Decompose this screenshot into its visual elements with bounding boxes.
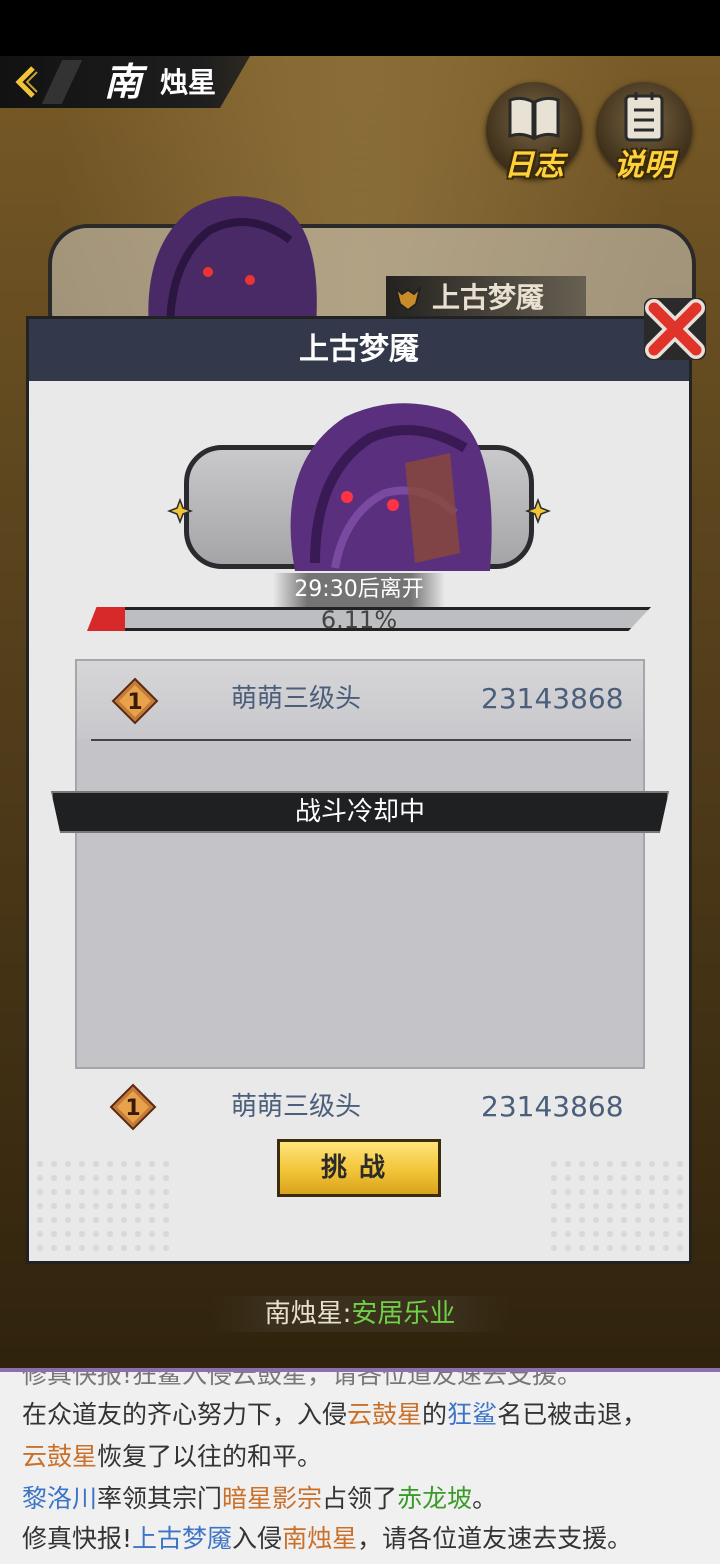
news-boss: 狂鲨 [447, 1400, 498, 1429]
battle-cooldown-banner: 战斗冷却中 [51, 791, 669, 833]
news-text: 率领其宗门 [97, 1484, 223, 1513]
news-planet: 南烛星 [282, 1524, 358, 1553]
news-planet: 云鼓星 [347, 1400, 423, 1429]
my-player-score: 23143868 [481, 1090, 624, 1123]
help-button-label: 说明 [614, 148, 674, 183]
back-button[interactable] [6, 62, 46, 102]
news-feed: 修真快报!狂鲨入侵云鼓星，请各位道友速去支援。 在众道友的齐心努力下，入侵云鼓星… [0, 1368, 720, 1564]
planet-status-name: 南烛星: [264, 1299, 352, 1329]
cooldown-text: 战斗冷却中 [294, 797, 425, 827]
help-button[interactable]: 说明 [596, 82, 692, 183]
news-sect: 暗星影宗 [222, 1484, 323, 1513]
log-button[interactable]: 日志 [486, 82, 582, 183]
boss-portrait [290, 403, 492, 571]
news-text: 入侵 [232, 1524, 283, 1553]
book-icon [508, 96, 560, 141]
news-line: 云鼓星恢复了以往的和平。 [22, 1438, 322, 1476]
news-text: 。 [472, 1484, 498, 1513]
news-player: 黎洛川 [22, 1484, 98, 1513]
news-text: 占领了 [322, 1484, 398, 1513]
decorative-dots-right [547, 1157, 687, 1257]
region-title-big: 南 [104, 60, 143, 104]
rank-number: 1 [127, 690, 142, 715]
background-boss-name-tag: 上古梦魇 [386, 276, 586, 320]
demon-head-icon [394, 284, 422, 312]
close-icon[interactable] [638, 292, 712, 366]
my-player-name: 萌萌三级头 [231, 1092, 362, 1122]
rank-medal-icon: 1 [111, 677, 159, 725]
player-name: 萌萌三级头 [231, 684, 362, 714]
news-text: 修真快报! [22, 1524, 133, 1553]
challenge-button-label: 挑战 [320, 1153, 397, 1183]
chevron-left-icon [15, 66, 38, 98]
region-title-small: 烛星 [160, 66, 217, 99]
log-button-label: 日志 [504, 148, 564, 183]
news-text: 名已被击退， [497, 1400, 648, 1429]
player-score: 23143868 [481, 682, 624, 715]
my-rank-number: 1 [125, 1096, 140, 1121]
planet-status: 南烛星:安居乐业 [210, 1296, 510, 1332]
news-line: 黎洛川率领其宗门暗星影宗占领了赤龙坡。 [22, 1480, 497, 1518]
modal-header: 上古梦魇 [29, 319, 689, 381]
sparkle-icon [167, 498, 193, 524]
news-line: 修真快报!狂鲨入侵云鼓星，请各位道友速去支援。 [22, 1368, 583, 1389]
news-location: 赤龙坡 [397, 1484, 473, 1513]
news-text: 的 [422, 1400, 448, 1429]
notepad-icon [624, 92, 664, 142]
news-line: 在众道友的齐心努力下，入侵云鼓星的狂鲨名已被击退， [22, 1396, 647, 1434]
news-line: 修真快报!上古梦魇入侵南烛星，请各位道友速去支援。 [22, 1520, 632, 1558]
news-boss: 上古梦魇 [132, 1524, 233, 1553]
sparkle-icon [525, 498, 551, 524]
ranking-divider [91, 739, 631, 741]
ranking-row: 1 萌萌三级头 23143868 [77, 661, 643, 739]
news-text: 恢复了以往的和平。 [97, 1442, 323, 1471]
leave-timer: 29:30后离开 [273, 573, 445, 607]
news-planet: 云鼓星 [22, 1442, 98, 1471]
hp-percent-text: 6.11% [320, 606, 398, 634]
decorative-dots-left [33, 1157, 173, 1257]
planet-status-state: 安居乐业 [351, 1299, 456, 1329]
ranking-panel: 1 萌萌三级头 23143868 [75, 659, 645, 1069]
challenge-button[interactable]: 挑战 [277, 1139, 441, 1197]
news-text: ，请各位道友速去支援。 [357, 1524, 633, 1553]
boss-modal: 上古梦魇 29:30后离开 6.11% 1 萌萌三级头 23143868 战斗冷… [26, 316, 692, 1264]
modal-title: 上古梦魇 [299, 332, 419, 367]
top-bar: 南 烛星 [0, 56, 250, 108]
news-text: 在众道友的齐心努力下，入侵 [22, 1400, 348, 1429]
background-boss-name: 上古梦魇 [432, 281, 545, 314]
my-rank-medal-icon: 1 [109, 1083, 157, 1131]
